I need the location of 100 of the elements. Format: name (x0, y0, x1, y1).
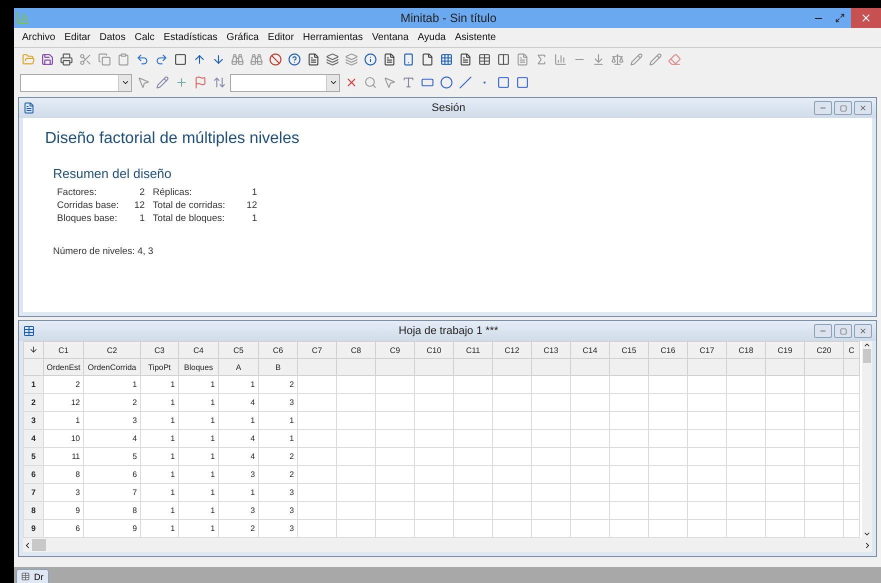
table-cell: 10 (44, 430, 84, 448)
table-cell: 1 (140, 376, 178, 394)
help-icon[interactable] (286, 52, 302, 68)
column-header[interactable]: C (844, 342, 860, 358)
menu-item[interactable]: Editor (268, 32, 294, 43)
circle-icon[interactable] (438, 74, 454, 90)
binoculars-icon[interactable] (229, 52, 245, 68)
layers-icon[interactable] (324, 52, 340, 68)
copy-icon[interactable] (96, 52, 112, 68)
table-cell: 3 (44, 484, 84, 502)
summary-value: 1 (138, 213, 145, 224)
column-header[interactable]: C14 (570, 342, 610, 358)
eraser-icon[interactable] (666, 52, 682, 68)
column-header[interactable]: C11 (454, 342, 492, 358)
column-header[interactable]: C1 (44, 342, 84, 358)
table-cell: 9 (44, 502, 84, 520)
restore-button[interactable] (834, 324, 852, 338)
menu-item[interactable]: Asistente (454, 32, 496, 43)
table-cell: 4 (218, 448, 258, 466)
column-header[interactable]: C19 (766, 342, 804, 358)
scale-icon[interactable] (609, 52, 625, 68)
column-header[interactable]: C12 (492, 342, 532, 358)
table-icon (21, 572, 30, 581)
pencil-icon[interactable] (647, 52, 663, 68)
row-number: 2 (24, 394, 44, 412)
row-number: 9 (24, 520, 44, 538)
search-icon[interactable] (362, 74, 378, 90)
column-name[interactable]: B (258, 358, 298, 376)
window-icon[interactable] (172, 52, 188, 68)
column-header[interactable]: C15 (610, 342, 648, 358)
row-number: 7 (24, 484, 44, 502)
menu-item[interactable]: Ventana (372, 32, 409, 43)
vertical-scrollbar[interactable] (862, 341, 872, 538)
menu-item[interactable]: Gráfica (226, 32, 259, 43)
column-header[interactable]: C10 (414, 342, 454, 358)
document-icon (23, 102, 35, 114)
column-header[interactable]: C20 (804, 342, 844, 358)
minimized-window-tab[interactable]: Dr (16, 569, 48, 583)
printer-icon[interactable] (58, 52, 74, 68)
column-name[interactable]: Bloques (178, 358, 218, 376)
chart-icon[interactable] (552, 52, 568, 68)
column-header[interactable]: C9 (376, 342, 414, 358)
menu-item[interactable]: Archivo (22, 32, 56, 43)
layers-icon[interactable] (343, 52, 359, 68)
info-icon[interactable] (362, 52, 378, 68)
menu-item[interactable]: Estadísticas (164, 32, 218, 43)
scroll-thumb[interactable] (863, 349, 871, 363)
scroll-thumb[interactable] (32, 539, 46, 551)
menu-item[interactable]: Ayuda (418, 32, 446, 43)
table-cell: 2 (44, 376, 84, 394)
scroll-up-icon (863, 341, 871, 349)
table-cell: 4 (218, 430, 258, 448)
column-name[interactable]: TipoPt (140, 358, 178, 376)
column-name[interactable]: OrdenCorrida (84, 358, 140, 376)
table-cell: 9 (84, 520, 140, 538)
swap-icon[interactable] (211, 74, 227, 90)
summary-label: Réplicas: (152, 187, 193, 198)
close-button[interactable] (854, 101, 872, 115)
column-header[interactable]: C6 (258, 342, 298, 358)
table-cell: 1 (140, 394, 178, 412)
minimize-button[interactable] (814, 101, 832, 115)
dropdown-field[interactable] (230, 74, 340, 92)
table-cell: 1 (140, 502, 178, 520)
column-header[interactable]: C18 (726, 342, 766, 358)
columns-icon[interactable] (495, 52, 511, 68)
table-icon[interactable] (476, 52, 492, 68)
column-header[interactable]: C2 (84, 342, 140, 358)
cancel-icon[interactable] (267, 52, 283, 68)
binoculars-icon[interactable] (248, 52, 264, 68)
menu-item[interactable]: Calc (134, 32, 155, 43)
summary-label: Bloques base: (57, 213, 118, 224)
dropdown-field[interactable] (20, 74, 132, 92)
minimize-button[interactable] (814, 324, 832, 338)
table-cell: 8 (84, 502, 140, 520)
column-header[interactable]: C17 (688, 342, 726, 358)
menu-item[interactable]: Herramientas (302, 32, 363, 43)
column-header[interactable]: C4 (178, 342, 218, 358)
table-cell: 1 (140, 412, 178, 430)
column-header[interactable]: C7 (298, 342, 336, 358)
table-cell: 4 (218, 394, 258, 412)
column-name[interactable]: A (218, 358, 258, 376)
column-header[interactable]: C3 (140, 342, 178, 358)
pencil-icon[interactable] (154, 74, 170, 90)
column-header[interactable]: C5 (218, 342, 258, 358)
restore-button[interactable] (834, 101, 852, 115)
line-icon[interactable] (457, 74, 473, 90)
column-name[interactable]: OrdenEst (44, 358, 84, 376)
close-button[interactable] (851, 8, 881, 28)
column-header[interactable]: C8 (336, 342, 376, 358)
grid-icon[interactable] (438, 52, 454, 68)
column-header[interactable]: C13 (532, 342, 570, 358)
save-icon[interactable] (39, 52, 55, 68)
horizontal-scrollbar[interactable] (23, 538, 872, 552)
row-number: 4 (24, 430, 44, 448)
close-button[interactable] (854, 324, 872, 338)
pencil-icon[interactable] (628, 52, 644, 68)
summary-value: 1 (250, 187, 258, 198)
column-header[interactable]: C16 (648, 342, 688, 358)
menu-item[interactable]: Datos (99, 32, 126, 43)
menu-item[interactable]: Editar (64, 32, 90, 43)
